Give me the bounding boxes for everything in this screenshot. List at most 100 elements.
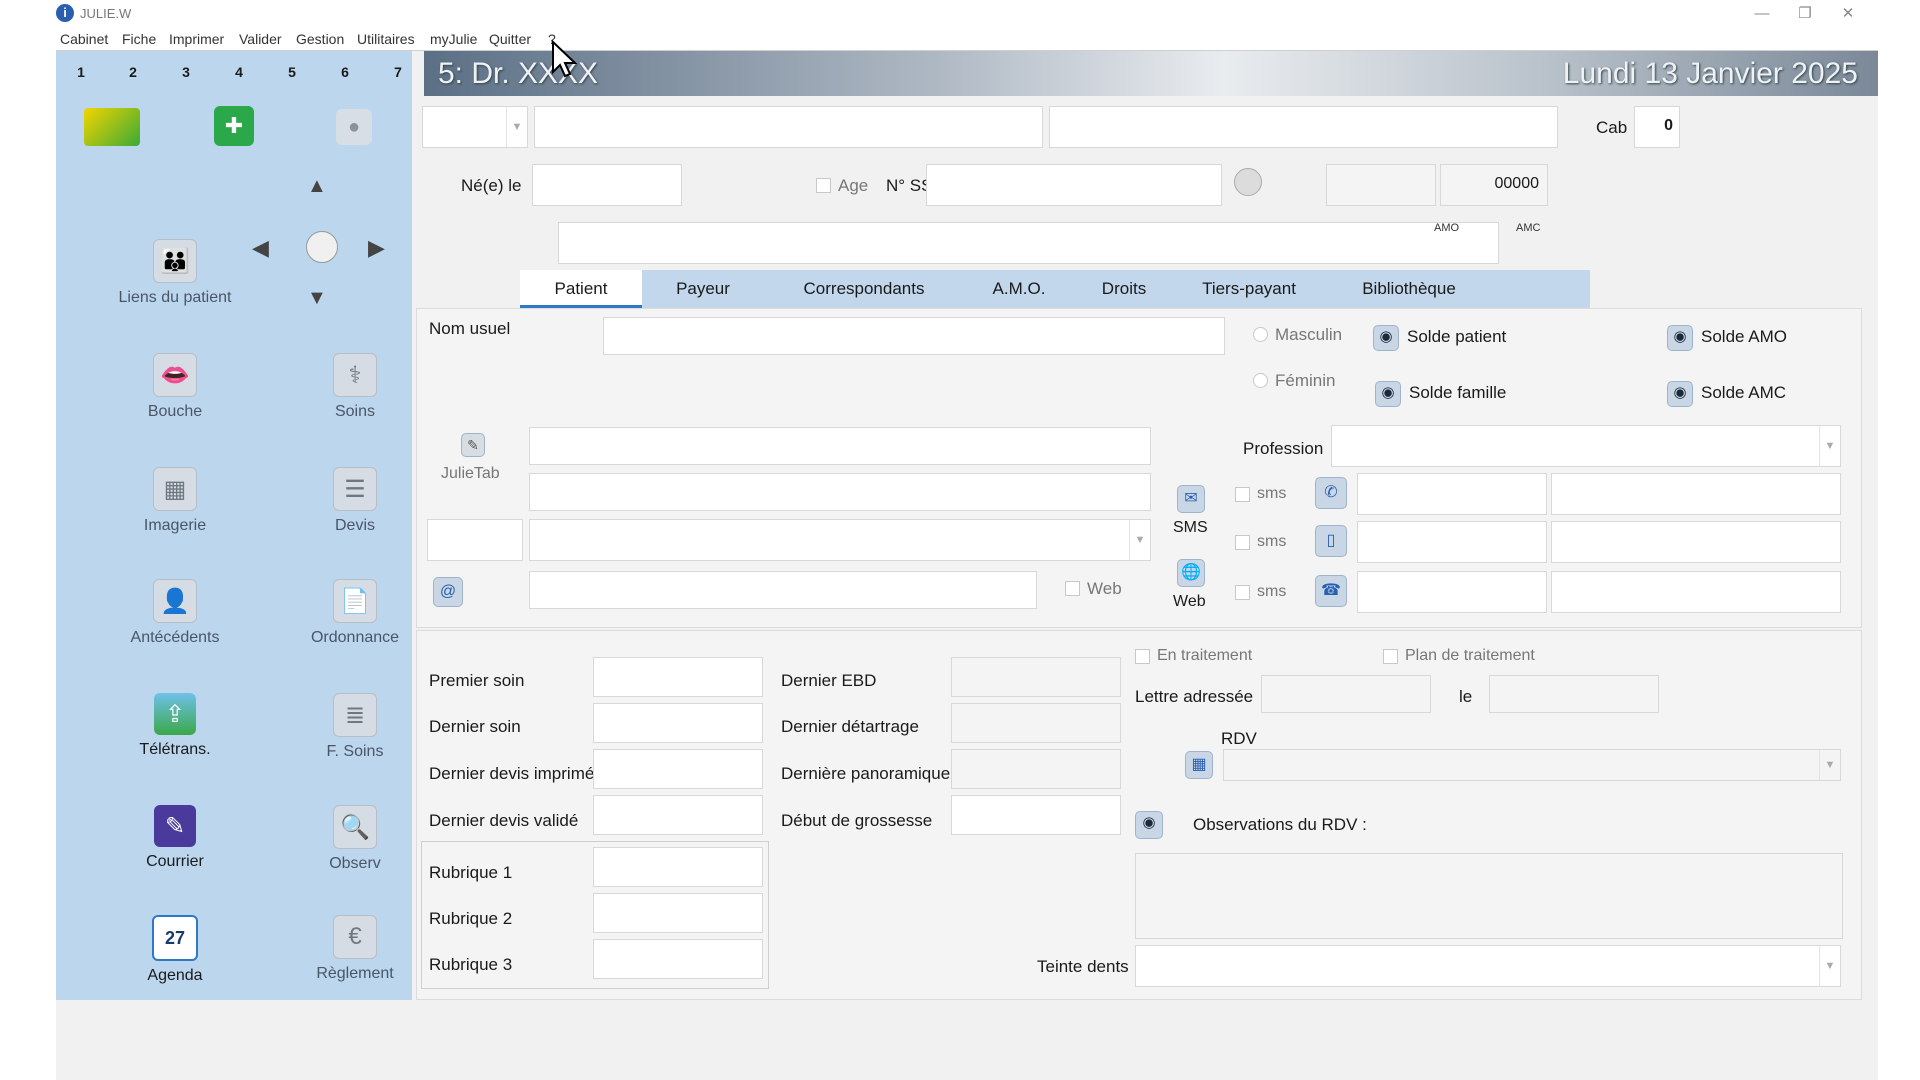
menu-myjulie[interactable]: myJulie bbox=[430, 31, 477, 47]
liens-patient-button[interactable]: 👪 Liens du patient bbox=[100, 239, 250, 307]
tab-number-3[interactable]: 3 bbox=[176, 64, 196, 80]
solde-amo-eye-icon[interactable]: ◉ bbox=[1667, 325, 1693, 351]
antecedents-button[interactable]: 👤 Antécédents bbox=[100, 579, 250, 647]
arrow-up-icon[interactable]: ▲ bbox=[307, 175, 327, 198]
patient-icon[interactable]: ● bbox=[336, 109, 372, 145]
landline-comment-field[interactable] bbox=[1551, 571, 1841, 613]
postcode-field[interactable] bbox=[427, 519, 523, 561]
solde-famille-eye-icon[interactable]: ◉ bbox=[1375, 381, 1401, 407]
web-button-label[interactable]: Web bbox=[1173, 593, 1206, 611]
tab-bibliotheque[interactable]: Bibliothèque bbox=[1324, 270, 1494, 308]
sms-checkbox-2[interactable] bbox=[1235, 535, 1250, 550]
rdv-select[interactable]: ▼ bbox=[1223, 749, 1841, 781]
address-line2-field[interactable] bbox=[529, 473, 1151, 511]
patient-firstname-field[interactable] bbox=[1049, 106, 1558, 148]
phone-number-field[interactable] bbox=[1357, 473, 1547, 515]
debut-grossesse-field[interactable] bbox=[951, 795, 1121, 835]
mobile-number-field[interactable] bbox=[1357, 521, 1547, 563]
arrow-left-icon[interactable]: ◀ bbox=[252, 235, 269, 261]
menu-valider[interactable]: Valider bbox=[239, 31, 282, 47]
derniere-panoramique-field[interactable] bbox=[951, 749, 1121, 789]
observ-button[interactable]: 🔍 Observ bbox=[280, 805, 430, 873]
imagerie-button[interactable]: ▦ Imagerie bbox=[100, 467, 250, 535]
tab-number-4[interactable]: 4 bbox=[229, 64, 249, 80]
cab-field[interactable]: 0 bbox=[1634, 106, 1680, 148]
phone-icon[interactable]: ✆ bbox=[1315, 477, 1347, 509]
agenda-button[interactable]: 27 Agenda bbox=[100, 915, 250, 985]
tab-payeur[interactable]: Payeur bbox=[642, 270, 764, 308]
tab-number-2[interactable]: 2 bbox=[123, 64, 143, 80]
rdv-calendar-icon[interactable]: ▦ bbox=[1185, 751, 1213, 779]
julietab-icon[interactable]: ✎ bbox=[461, 433, 485, 457]
feminin-radio[interactable] bbox=[1253, 373, 1268, 388]
email-field[interactable] bbox=[529, 571, 1037, 609]
nom-usuel-field[interactable] bbox=[603, 317, 1225, 355]
tab-number-6[interactable]: 6 bbox=[335, 64, 355, 80]
vitale-card-icon[interactable] bbox=[84, 108, 140, 146]
address-line1-field[interactable] bbox=[529, 427, 1151, 465]
sms-checkbox-1[interactable] bbox=[1235, 487, 1250, 502]
tab-amo[interactable]: A.M.O. bbox=[964, 270, 1074, 308]
landline-icon[interactable]: ☎ bbox=[1315, 575, 1347, 607]
sms-button-label[interactable]: SMS bbox=[1173, 519, 1208, 537]
mobile-comment-field[interactable] bbox=[1551, 521, 1841, 563]
tab-number-5[interactable]: 5 bbox=[282, 64, 302, 80]
premier-soin-field[interactable] bbox=[593, 657, 763, 697]
lettre-adressee-field[interactable] bbox=[1261, 675, 1431, 713]
tab-correspondants[interactable]: Correspondants bbox=[764, 270, 964, 308]
tab-patient[interactable]: Patient bbox=[520, 270, 642, 308]
amo-field[interactable] bbox=[1326, 164, 1436, 206]
observations-rdv-eye-icon[interactable]: ◉ bbox=[1135, 811, 1163, 839]
ss-number-field[interactable] bbox=[926, 164, 1222, 206]
tab-droits[interactable]: Droits bbox=[1074, 270, 1174, 308]
maximize-button[interactable]: ❐ bbox=[1785, 2, 1825, 26]
ss-reader-icon[interactable] bbox=[1234, 168, 1262, 196]
dernier-soin-field[interactable] bbox=[593, 703, 763, 743]
patient-title-select[interactable]: ▼ bbox=[422, 106, 528, 148]
web-checkbox[interactable] bbox=[1065, 581, 1080, 596]
menu-quitter[interactable]: Quitter bbox=[489, 31, 531, 47]
ordonnance-button[interactable]: 📄 Ordonnance bbox=[280, 579, 430, 647]
dernier-devis-valide-field[interactable] bbox=[593, 795, 763, 835]
arrow-right-icon[interactable]: ▶ bbox=[368, 235, 385, 261]
birth-date-field[interactable] bbox=[532, 164, 682, 206]
menu-imprimer[interactable]: Imprimer bbox=[169, 31, 224, 47]
counter-field[interactable]: 00000 bbox=[1440, 164, 1548, 206]
menu-utilitaires[interactable]: Utilitaires bbox=[357, 31, 415, 47]
dernier-devis-imprime-field[interactable] bbox=[593, 749, 763, 789]
profession-select[interactable]: ▼ bbox=[1331, 425, 1841, 467]
sms-send-icon[interactable]: ✉ bbox=[1177, 485, 1205, 513]
reglement-button[interactable]: € Règlement bbox=[280, 915, 430, 983]
bouche-button[interactable]: 👄 Bouche bbox=[100, 353, 250, 421]
age-checkbox[interactable] bbox=[816, 178, 831, 193]
rubrique1-field[interactable] bbox=[593, 847, 763, 887]
landline-number-field[interactable] bbox=[1357, 571, 1547, 613]
observations-rdv-textarea[interactable] bbox=[1135, 853, 1843, 939]
devis-button[interactable]: ☰ Devis bbox=[280, 467, 430, 535]
tab-number-1[interactable]: 1 bbox=[71, 64, 91, 80]
close-button[interactable]: ✕ bbox=[1828, 2, 1868, 26]
en-traitement-checkbox[interactable] bbox=[1135, 649, 1150, 664]
add-patient-icon[interactable]: ✚ bbox=[214, 106, 254, 146]
arrow-down-icon[interactable]: ▼ bbox=[307, 287, 327, 310]
solde-amc-eye-icon[interactable]: ◉ bbox=[1667, 381, 1693, 407]
minimize-button[interactable]: — bbox=[1742, 2, 1782, 26]
mobile-icon[interactable]: ▯ bbox=[1315, 525, 1347, 557]
dernier-ebd-field[interactable] bbox=[951, 657, 1121, 697]
city-select[interactable]: ▼ bbox=[529, 519, 1151, 561]
f-soins-button[interactable]: ≣ F. Soins bbox=[280, 693, 430, 761]
email-at-button[interactable]: @ bbox=[433, 577, 463, 607]
tab-number-7[interactable]: 7 bbox=[388, 64, 408, 80]
web-globe-icon[interactable]: 🌐 bbox=[1177, 559, 1205, 587]
sms-checkbox-3[interactable] bbox=[1235, 585, 1250, 600]
masculin-radio[interactable] bbox=[1253, 327, 1268, 342]
rubrique3-field[interactable] bbox=[593, 939, 763, 979]
address-summary-field[interactable] bbox=[558, 222, 1499, 264]
courrier-button[interactable]: ✎ Courrier bbox=[100, 805, 250, 871]
patient-lastname-field[interactable] bbox=[534, 106, 1043, 148]
menu-cabinet[interactable]: Cabinet bbox=[60, 31, 108, 47]
dernier-detartrage-field[interactable] bbox=[951, 703, 1121, 743]
phone-comment-field[interactable] bbox=[1551, 473, 1841, 515]
tab-tiers-payant[interactable]: Tiers-payant bbox=[1174, 270, 1324, 308]
lettre-date-field[interactable] bbox=[1489, 675, 1659, 713]
